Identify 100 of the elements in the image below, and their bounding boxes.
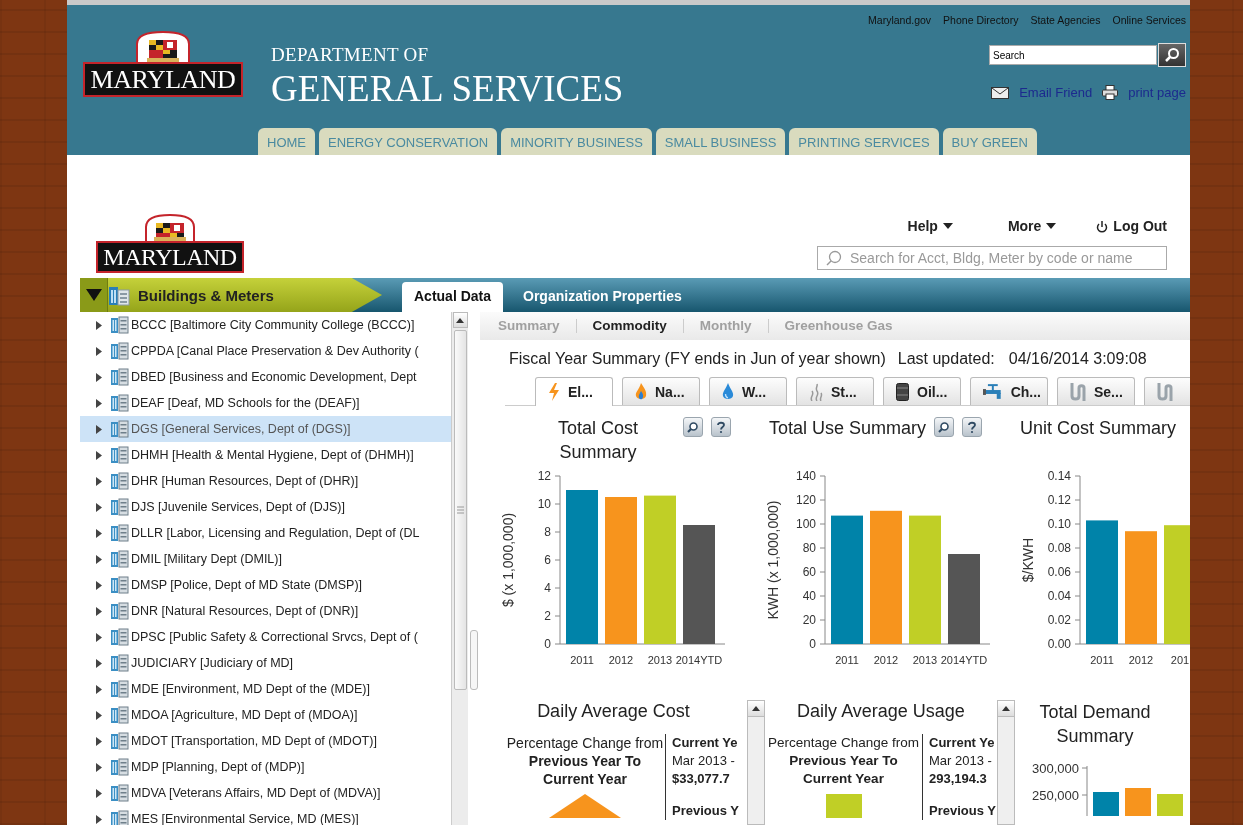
section-title: Buildings & Meters bbox=[138, 286, 274, 304]
building-icon bbox=[110, 654, 129, 672]
tick-label: 20 bbox=[802, 613, 816, 627]
tree-item[interactable]: DHMH [Health & Mental Hygiene, Dept of (DHMH)] bbox=[80, 442, 451, 468]
building-icon bbox=[110, 576, 129, 594]
change-period: Previous Year To Current Year bbox=[527, 752, 643, 788]
zoom-button[interactable] bbox=[683, 417, 703, 437]
search-button[interactable] bbox=[1158, 43, 1186, 67]
building-icon bbox=[110, 472, 129, 490]
commodity-tab[interactable]: Oil... bbox=[883, 377, 961, 405]
building-icon bbox=[108, 284, 130, 306]
tree-item[interactable]: MDP [Planning, Dept of (MDP)] bbox=[80, 754, 451, 780]
search-icon bbox=[826, 250, 842, 266]
current-value: 293,194.3 bbox=[929, 770, 987, 788]
category-label: 2011 bbox=[1090, 654, 1114, 666]
chart-title: Total Use Summary bbox=[769, 417, 927, 440]
change-label: Percentage Change from bbox=[768, 734, 919, 752]
scroll-thumb[interactable] bbox=[453, 330, 467, 690]
tick-label: 10 bbox=[537, 497, 551, 511]
chart-title: Total Demand Summary bbox=[1038, 701, 1152, 748]
scrollbar[interactable] bbox=[747, 700, 765, 825]
updated-label: Last updated: bbox=[897, 350, 995, 369]
change-period: Previous Year To Current Year bbox=[788, 752, 899, 788]
tick-label: 0.02 bbox=[1047, 613, 1071, 627]
collapse-button[interactable] bbox=[80, 278, 108, 312]
envelope-icon bbox=[991, 86, 1010, 99]
commodity-tab[interactable]: Ch... bbox=[970, 377, 1048, 405]
category-label: 2012 bbox=[873, 654, 899, 666]
search-field[interactable]: Search for Acct, Bldg, Meter by code or name bbox=[817, 246, 1167, 270]
tick-label: 120 bbox=[795, 493, 816, 507]
tree-item[interactable]: DJS [Juvenile Services, Dept of (DJS)] bbox=[80, 494, 451, 520]
utility-link[interactable]: State Agencies bbox=[1030, 13, 1101, 27]
tree-item[interactable]: BCCC [Baltimore City Community College (BCCC)] bbox=[80, 312, 451, 338]
commodity-tab[interactable]: El... bbox=[535, 377, 613, 406]
building-icon bbox=[110, 628, 129, 646]
tree-item[interactable]: CPPDA [Canal Place Preservation & Dev Authority ( bbox=[80, 338, 451, 364]
tree-item[interactable]: DPSC [Public Safety & Correctional Srvcs, Dept of ( bbox=[80, 624, 451, 650]
scroll-up-button[interactable] bbox=[748, 701, 764, 717]
building-icon bbox=[110, 342, 129, 360]
scroll-up-button[interactable] bbox=[998, 701, 1014, 717]
building-icon bbox=[110, 810, 129, 825]
help-button[interactable] bbox=[711, 417, 731, 437]
utility-link[interactable]: Maryland.gov bbox=[868, 13, 932, 27]
commodity-tab[interactable]: St... bbox=[796, 377, 874, 405]
search-field[interactable]: Search bbox=[989, 45, 1157, 65]
chart-title: Unit Cost Summary bbox=[1020, 417, 1177, 440]
logout-button[interactable]: Log Out bbox=[1096, 218, 1167, 234]
help-button[interactable] bbox=[962, 417, 983, 437]
splitter-handle[interactable] bbox=[470, 630, 478, 690]
updated-date: 04/16/2014 3:09:08 bbox=[1008, 350, 1147, 369]
tick-label: 80 bbox=[802, 541, 816, 555]
tick-label: 0.10 bbox=[1047, 517, 1071, 531]
scrollbar[interactable] bbox=[997, 700, 1015, 825]
subtab[interactable]: Commodity bbox=[575, 319, 683, 333]
tab[interactable]: Organization Properties bbox=[511, 282, 694, 312]
triangle-down-icon bbox=[85, 289, 102, 301]
commodity-tab[interactable]: W... bbox=[709, 377, 787, 405]
tree-item[interactable]: DGS [General Services, Dept of (DGS)] bbox=[80, 416, 451, 442]
tree-item[interactable]: MDOT [Transportation, MD Dept of (MDOT)] bbox=[80, 728, 451, 754]
faucet-pipe-icon bbox=[983, 383, 1003, 400]
caret-icon bbox=[942, 223, 953, 229]
building-icon bbox=[110, 498, 129, 516]
building-icon bbox=[110, 394, 129, 412]
current-label: Current Ye bbox=[929, 734, 995, 752]
menu-button[interactable]: More bbox=[1007, 218, 1057, 234]
tree-item[interactable]: DLLR [Labor, Licensing and Regulation, Dept of (DL bbox=[80, 520, 451, 546]
menu-button[interactable]: Help bbox=[907, 218, 953, 234]
commodity-tab[interactable]: Na... bbox=[622, 377, 700, 405]
tree-item[interactable]: MDE [Environment, MD Dept of the (MDE)] bbox=[80, 676, 451, 702]
tick-label: 0.12 bbox=[1047, 493, 1071, 507]
magnifier-icon bbox=[687, 421, 699, 433]
axis-title: $/KWH bbox=[1020, 537, 1036, 583]
tree-item[interactable]: DMIL [Military Dept (DMIL)] bbox=[80, 546, 451, 572]
site-title: GENERAL SERVICES bbox=[271, 67, 624, 111]
building-icon bbox=[110, 524, 129, 542]
tree-item[interactable]: DEAF [Deaf, MD Schools for the (DEAF)] bbox=[80, 390, 451, 416]
utility-link[interactable]: Phone Directory bbox=[943, 13, 1019, 27]
tree-item[interactable]: MDVA [Veterans Affairs, MD Dept of (MDVA)] bbox=[80, 780, 451, 806]
tree-item[interactable]: DNR [Natural Resources, Dept of (DNR)] bbox=[80, 598, 451, 624]
tree-item[interactable]: MES [Environmental Service, MD (MES)] bbox=[80, 806, 451, 825]
tick-label: 140 bbox=[795, 469, 816, 483]
tick-label: 6 bbox=[544, 553, 551, 567]
scrollbar[interactable] bbox=[451, 312, 468, 825]
tree-item[interactable]: JUDICIARY [Judiciary of MD] bbox=[80, 650, 451, 676]
category-label: 2012 bbox=[608, 654, 634, 666]
previous-label: Previous Y bbox=[929, 802, 996, 820]
commodity-tab[interactable]: Se... bbox=[1057, 377, 1135, 405]
tree-item[interactable]: DHR [Human Resources, Dept of (DHR)] bbox=[80, 468, 451, 494]
zoom-button[interactable] bbox=[934, 417, 955, 437]
scroll-up-button[interactable] bbox=[452, 312, 468, 328]
building-icon bbox=[110, 316, 129, 334]
tree-item[interactable]: DMSP [Police, Dept of MD State (DMSP)] bbox=[80, 572, 451, 598]
tree-item[interactable]: MDOA [Agriculture, MD Dept of (MDOA)] bbox=[80, 702, 451, 728]
arrow-up-icon bbox=[456, 317, 464, 323]
category-label: 2014YTD bbox=[940, 654, 988, 666]
utility-link[interactable]: Online Services bbox=[1112, 13, 1186, 27]
pipe-icon bbox=[1070, 382, 1086, 401]
tick-label: 0.06 bbox=[1047, 565, 1071, 579]
tree-item[interactable]: DBED [Business and Economic Development, Dept bbox=[80, 364, 451, 390]
tab[interactable]: Actual Data bbox=[402, 282, 504, 312]
